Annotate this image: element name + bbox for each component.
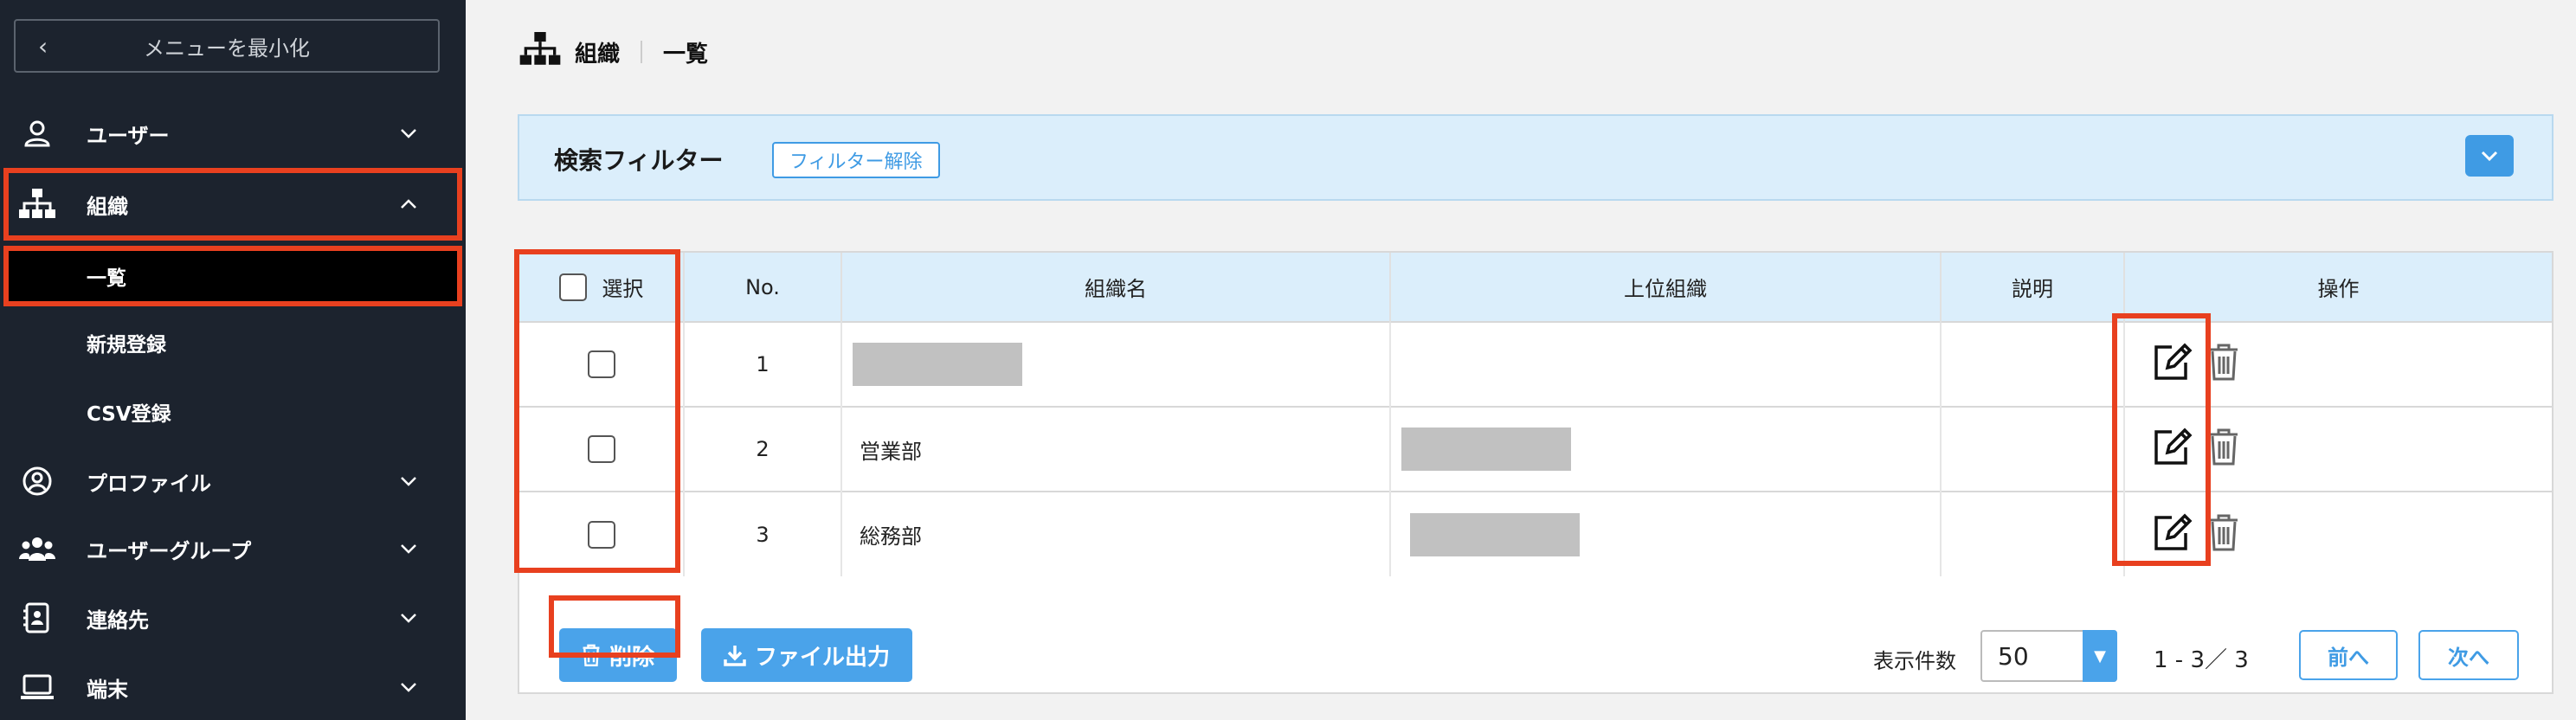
sidebar: ‹ メニューを最小化 ユーザー 組織 一覧 新規登録 CSV登録 プロファイル bbox=[0, 0, 466, 720]
description-cell bbox=[1940, 321, 2124, 407]
breadcrumb-section: 組織 bbox=[575, 41, 621, 68]
description-cell bbox=[1940, 406, 2124, 492]
table-row: 2 営業部 bbox=[519, 406, 2552, 492]
highlight-box-org-menu bbox=[3, 168, 462, 241]
main-content: 組織 一覧 検索フィルター フィルター解除 選択 No. 組織名 上位組織 説明… bbox=[466, 0, 2576, 720]
sidebar-item-contacts[interactable]: 連絡先 bbox=[0, 585, 466, 651]
users-group-icon bbox=[19, 530, 55, 567]
highlight-box-list-item bbox=[3, 246, 462, 306]
search-filter-title: 検索フィルター bbox=[554, 146, 724, 175]
redacted-parent-org bbox=[1401, 428, 1571, 471]
chevron-down-icon bbox=[396, 675, 421, 699]
sidebar-subitem-new[interactable]: 新規登録 bbox=[0, 310, 466, 376]
row-number: 1 bbox=[683, 321, 841, 407]
sidebar-item-user-groups[interactable]: ユーザーグループ bbox=[0, 516, 466, 582]
chevron-left-icon: ‹ bbox=[38, 32, 48, 61]
chevron-down-icon bbox=[396, 469, 421, 493]
chevron-down-icon bbox=[2481, 151, 2498, 162]
description-cell bbox=[1940, 491, 2124, 576]
redacted-org-name bbox=[853, 343, 1022, 386]
breadcrumb: 組織 一覧 bbox=[519, 31, 708, 73]
highlight-box-delete-button bbox=[549, 595, 680, 658]
export-file-button[interactable]: ファイル出力 bbox=[701, 628, 913, 682]
chevron-down-icon bbox=[396, 537, 421, 561]
org-chart-icon bbox=[519, 31, 561, 73]
redacted-parent-org bbox=[1410, 512, 1580, 556]
sidebar-item-devices[interactable]: 端末 bbox=[0, 654, 466, 720]
sidebar-item-users[interactable]: ユーザー bbox=[0, 100, 466, 166]
sidebar-subitem-csv[interactable]: CSV登録 bbox=[0, 379, 466, 445]
organization-table-panel: 選択 No. 組織名 上位組織 説明 操作 1 2 営業部 3 総務部 削除 フ… bbox=[518, 251, 2553, 694]
table-row: 1 bbox=[519, 321, 2552, 407]
per-page-label: 表示件数 bbox=[1873, 649, 1956, 673]
page-title: 一覧 bbox=[663, 41, 709, 68]
parent-org-cell bbox=[1389, 321, 1941, 407]
organization-table: 選択 No. 組織名 上位組織 説明 操作 1 2 営業部 3 総務部 bbox=[519, 253, 2552, 576]
column-header-parent-org: 上位組織 bbox=[1389, 253, 1941, 322]
column-header-org-name: 組織名 bbox=[840, 253, 1390, 322]
table-header-row: 選択 No. 組織名 上位組織 説明 操作 bbox=[519, 253, 2552, 322]
dropdown-arrow-icon: ▼ bbox=[2083, 630, 2117, 682]
table-row: 3 総務部 bbox=[519, 491, 2552, 576]
filter-toggle-button[interactable] bbox=[2465, 135, 2514, 177]
org-name-cell: 総務部 bbox=[840, 491, 1390, 576]
prev-page-button[interactable]: 前へ bbox=[2299, 630, 2398, 680]
clear-filter-button[interactable]: フィルター解除 bbox=[772, 142, 940, 178]
laptop-icon bbox=[19, 669, 55, 705]
column-header-description: 説明 bbox=[1940, 253, 2124, 322]
highlight-box-select-column bbox=[514, 249, 680, 573]
sidebar-item-profile[interactable]: プロファイル bbox=[0, 448, 466, 514]
profile-icon bbox=[19, 463, 55, 499]
next-page-button[interactable]: 次へ bbox=[2418, 630, 2519, 680]
breadcrumb-separator bbox=[641, 41, 643, 63]
contact-book-icon bbox=[19, 600, 55, 636]
download-icon bbox=[724, 646, 746, 666]
search-filter-panel: 検索フィルター フィルター解除 bbox=[518, 114, 2553, 201]
trash-icon[interactable] bbox=[2208, 513, 2239, 556]
trash-icon[interactable] bbox=[2208, 343, 2239, 386]
column-header-no: No. bbox=[683, 253, 841, 322]
row-number: 3 bbox=[683, 491, 841, 576]
table-footer: 削除 ファイル出力 表示件数 50 ▼ 1 - 3／ 3 前へ 次へ bbox=[519, 602, 2552, 694]
collapse-menu-button[interactable]: ‹ メニューを最小化 bbox=[14, 19, 440, 73]
row-number: 2 bbox=[683, 406, 841, 492]
per-page-select[interactable]: 50 ▼ bbox=[1980, 630, 2117, 682]
chevron-down-icon bbox=[396, 606, 421, 630]
highlight-box-edit-icons bbox=[2112, 313, 2211, 566]
user-icon bbox=[19, 115, 55, 151]
pagination-range: 1 - 3／ 3 bbox=[2154, 647, 2249, 673]
trash-icon[interactable] bbox=[2208, 428, 2239, 471]
org-name-cell: 営業部 bbox=[840, 406, 1390, 492]
chevron-down-icon bbox=[396, 121, 421, 145]
column-header-actions: 操作 bbox=[2123, 253, 2552, 322]
